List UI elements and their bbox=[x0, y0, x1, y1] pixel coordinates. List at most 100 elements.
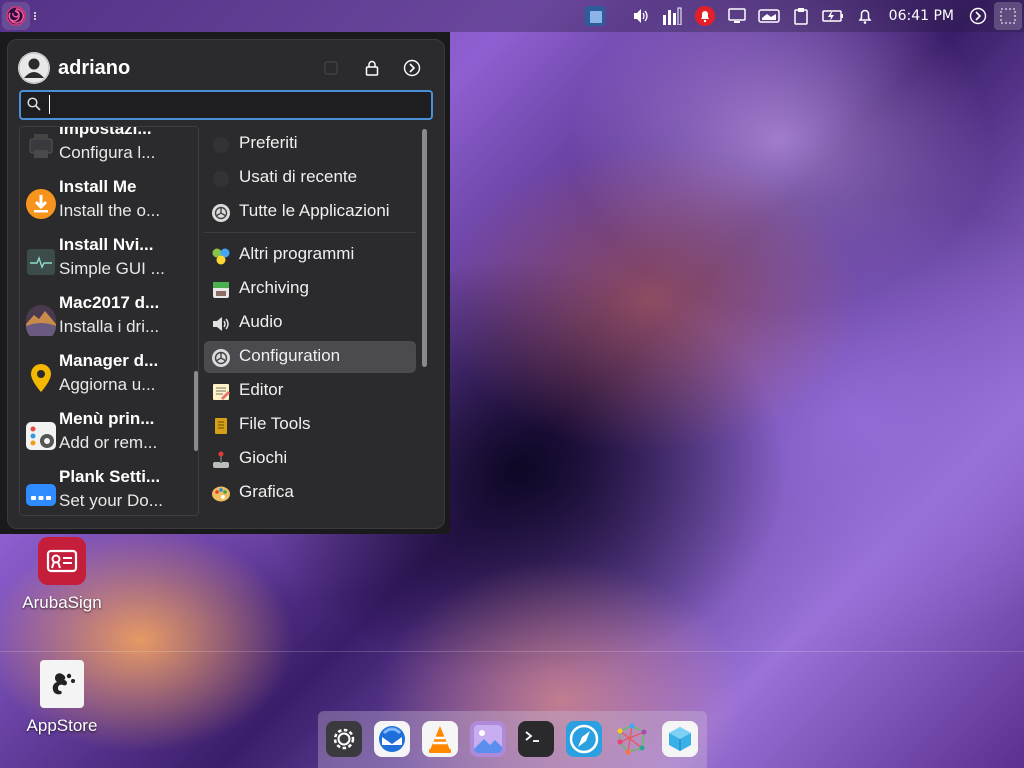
avatar[interactable] bbox=[18, 52, 50, 84]
desktop-icon-appstore[interactable]: AppStore bbox=[12, 660, 112, 736]
app-menu-button[interactable] bbox=[2, 2, 30, 30]
category-list[interactable]: Preferiti Usati di recente Tutte le Appl… bbox=[204, 126, 418, 514]
category-label: Editor bbox=[239, 380, 284, 399]
thunderbird-icon bbox=[379, 726, 405, 752]
desktop-icon-arubasign[interactable]: ArubaSign bbox=[12, 537, 112, 613]
virtualbox-icon bbox=[669, 727, 691, 751]
plank-dock-icon bbox=[26, 484, 56, 506]
workspace-icon bbox=[584, 6, 605, 26]
menu-panel: adriano Impostazi... Configura l... Inst… bbox=[7, 39, 445, 529]
category-item[interactable]: Tutte le Applicazioni bbox=[204, 196, 416, 228]
dock-item-vlc[interactable] bbox=[422, 721, 458, 757]
list-item[interactable]: Mac2017 d... Installa i dri... bbox=[20, 293, 198, 349]
chevron-right-circle-icon bbox=[403, 59, 421, 77]
notifications-indicator[interactable] bbox=[849, 0, 881, 32]
list-item-subtitle: Configura l... bbox=[59, 143, 156, 162]
workspace-switcher[interactable] bbox=[579, 0, 611, 32]
category-item[interactable]: Audio bbox=[204, 307, 416, 339]
category-item[interactable]: Editor bbox=[204, 375, 416, 407]
settings-button[interactable] bbox=[320, 57, 342, 79]
volume-indicator[interactable] bbox=[625, 0, 657, 32]
category-item-selected[interactable]: Configuration bbox=[204, 341, 416, 373]
volume-icon bbox=[633, 9, 648, 23]
install-me-icon bbox=[26, 189, 56, 219]
dock-item-virtualbox[interactable] bbox=[662, 721, 698, 757]
lock-screen-button[interactable] bbox=[361, 57, 383, 79]
log-out-button[interactable] bbox=[401, 57, 423, 79]
list-item[interactable]: Plank Setti... Set your Do... bbox=[20, 467, 198, 515]
list-item-subtitle: Installa i dri... bbox=[59, 317, 160, 336]
drive-indicator[interactable] bbox=[753, 0, 785, 32]
display-indicator[interactable] bbox=[721, 0, 753, 32]
cpu-monitor-icon bbox=[662, 7, 682, 25]
recent-icon bbox=[213, 171, 229, 187]
arubasign-icon bbox=[38, 537, 86, 585]
category-item[interactable]: Archiving bbox=[204, 273, 416, 305]
swirl-logo-icon bbox=[6, 6, 26, 26]
settings-gear-icon bbox=[333, 728, 355, 750]
archive-icon bbox=[213, 282, 229, 298]
category-label: Tutte le Applicazioni bbox=[239, 201, 390, 220]
list-item[interactable]: Menù prin... Add or rem... bbox=[20, 409, 198, 465]
favorites-list[interactable]: Impostazi... Configura l... Install Me I… bbox=[19, 126, 199, 516]
desktop-icon-label: AppStore bbox=[26, 716, 98, 735]
category-item[interactable]: Preferiti bbox=[204, 128, 416, 160]
show-desktop-icon bbox=[1000, 8, 1016, 24]
settings-icon bbox=[324, 61, 338, 75]
category-label: Configuration bbox=[239, 346, 341, 365]
list-item[interactable]: Impostazi... Configura l... bbox=[20, 127, 198, 175]
terminal-icon bbox=[525, 731, 539, 742]
battery-charging-icon bbox=[821, 10, 843, 22]
category-scrollbar[interactable] bbox=[422, 129, 427, 367]
system-monitor[interactable] bbox=[657, 0, 689, 32]
list-item-subtitle: Aggiorna u... bbox=[59, 375, 156, 394]
safari-browser-icon bbox=[569, 724, 599, 754]
dock-item-browser[interactable] bbox=[566, 721, 602, 757]
audio-icon bbox=[213, 317, 229, 331]
category-label: Preferiti bbox=[239, 133, 298, 152]
configuration-icon bbox=[212, 349, 230, 367]
desktop-icon-label: ArubaSign bbox=[22, 593, 102, 612]
category-item[interactable]: Giochi bbox=[204, 443, 416, 475]
list-item-title: Install Nvi... bbox=[59, 235, 154, 254]
file-tools-icon bbox=[215, 418, 227, 434]
list-item[interactable]: Manager d... Aggiorna u... bbox=[20, 351, 198, 407]
list-item-subtitle: Install the o... bbox=[59, 201, 161, 220]
panel-handle[interactable] bbox=[34, 11, 38, 23]
list-item-subtitle: Set your Do... bbox=[59, 491, 163, 510]
list-item-title: Manager d... bbox=[59, 351, 159, 370]
category-separator bbox=[204, 232, 416, 233]
dock-shelf-line bbox=[0, 651, 1024, 652]
category-item[interactable]: Grafica bbox=[204, 477, 416, 509]
list-item[interactable]: Install Nvi... Simple GUI ... bbox=[20, 235, 198, 291]
notification-alert[interactable] bbox=[689, 0, 721, 32]
dock-item-settings[interactable] bbox=[326, 721, 362, 757]
clock[interactable]: 06:41 PM bbox=[881, 8, 962, 24]
category-item[interactable]: File Tools bbox=[204, 409, 416, 441]
show-desktop-button[interactable] bbox=[994, 2, 1022, 30]
list-item-title: Plank Setti... bbox=[59, 467, 161, 486]
category-label: Audio bbox=[239, 312, 283, 331]
dock-item-network[interactable] bbox=[614, 721, 650, 757]
menu-settings-icon bbox=[26, 422, 56, 450]
image-viewer-icon bbox=[474, 725, 502, 753]
text-caret bbox=[49, 95, 50, 114]
dock-item-image-viewer[interactable] bbox=[470, 721, 506, 757]
session-menu-button[interactable] bbox=[962, 0, 994, 32]
battery-indicator[interactable] bbox=[817, 0, 849, 32]
category-item[interactable]: Usati di recente bbox=[204, 162, 416, 194]
list-item[interactable]: Install Me Install the o... bbox=[20, 177, 198, 233]
application-menu: adriano Impostazi... Configura l... Inst… bbox=[0, 32, 450, 534]
favorites-scrollbar[interactable] bbox=[194, 371, 198, 451]
search-field[interactable] bbox=[19, 90, 433, 120]
all-apps-icon bbox=[212, 204, 230, 222]
category-item[interactable]: Altri programmi bbox=[204, 239, 416, 271]
lock-icon bbox=[365, 60, 379, 76]
dock-item-terminal[interactable] bbox=[518, 721, 554, 757]
printer-settings-icon bbox=[29, 134, 53, 158]
macos-icon bbox=[26, 305, 56, 336]
category-label: File Tools bbox=[239, 414, 311, 433]
clipboard-indicator[interactable] bbox=[785, 0, 817, 32]
dock-item-thunderbird[interactable] bbox=[374, 721, 410, 757]
search-input[interactable] bbox=[49, 94, 423, 116]
